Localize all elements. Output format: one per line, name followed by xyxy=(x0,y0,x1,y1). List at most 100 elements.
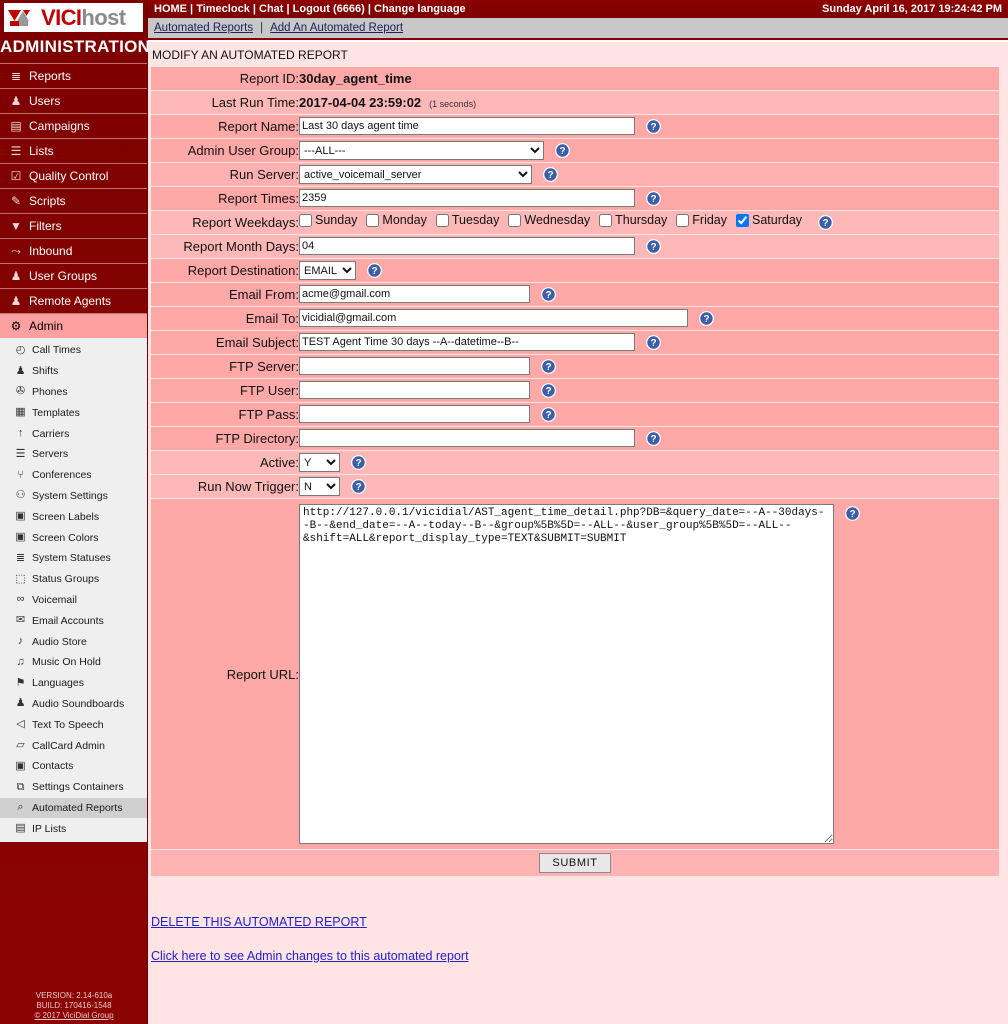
report-url-textarea[interactable]: http://127.0.0.1/vicidial/AST_agent_time… xyxy=(299,504,834,844)
weekday-tuesday[interactable]: Tuesday xyxy=(435,213,499,227)
report-times-input[interactable] xyxy=(299,189,635,208)
submenu-item-screen-labels[interactable]: ▣ Screen Labels xyxy=(0,506,147,527)
sidebar-item-reports[interactable]: ≣ Reports xyxy=(0,63,147,88)
weekday-checkbox-wednesday[interactable] xyxy=(508,213,522,227)
ftp-server-input[interactable] xyxy=(299,357,530,376)
report-month-days-input[interactable] xyxy=(299,237,635,256)
submenu-item-phones[interactable]: ✇ Phones xyxy=(0,382,147,403)
submenu-item-screen-colors[interactable]: ▣ Screen Colors xyxy=(0,527,147,548)
weekday-checkbox-thursday[interactable] xyxy=(599,213,613,227)
row-admin-user-group: Admin User Group: ---ALL--- ? xyxy=(151,139,999,162)
weekday-wednesday[interactable]: Wednesday xyxy=(508,213,590,227)
help-icon-active[interactable]: ? xyxy=(351,455,367,470)
ftp-directory-input[interactable] xyxy=(299,429,635,448)
submenu-item-servers[interactable]: ☰ Servers xyxy=(0,444,147,465)
help-icon-ftp-pass[interactable]: ? xyxy=(541,406,557,422)
weekday-checkbox-tuesday[interactable] xyxy=(435,213,449,227)
help-icon-ftp-directory[interactable]: ? xyxy=(646,430,662,446)
submenu-item-settings-containers[interactable]: ⧉ Settings Containers xyxy=(0,777,147,798)
sidebar-item-remote-agents[interactable]: ♟ Remote Agents xyxy=(0,288,147,313)
weekday-thursday[interactable]: Thursday xyxy=(599,213,667,227)
help-icon-email-from[interactable]: ? xyxy=(541,286,557,302)
email-subject-input[interactable] xyxy=(299,333,635,352)
help-icon-run-server[interactable]: ? xyxy=(543,167,559,182)
run-now-trigger-select[interactable]: N xyxy=(299,477,340,496)
sidebar-item-scripts[interactable]: ✎ Scripts xyxy=(0,188,147,213)
top-bar-link-chat[interactable]: Chat xyxy=(259,3,283,15)
weekday-saturday[interactable]: Saturday xyxy=(736,213,802,227)
help-icon-run-now-trigger[interactable]: ? xyxy=(351,479,367,494)
submenu-item-automated-reports[interactable]: ⌕ Automated Reports xyxy=(0,797,147,819)
label-report-url: Report URL: xyxy=(151,499,299,849)
submenu-item-email-accounts[interactable]: ✉ Email Accounts xyxy=(0,610,147,631)
submenu-item-shifts[interactable]: ♟ Shifts xyxy=(0,361,147,382)
ftp-pass-input[interactable] xyxy=(299,405,530,424)
breadcrumb-automated-reports[interactable]: Automated Reports xyxy=(154,22,253,34)
help-icon-admin-user-group[interactable]: ? xyxy=(555,143,571,158)
submenu-item-audio-soundboards[interactable]: ♟ Audio Soundboards xyxy=(0,694,147,715)
help-icon-email-to[interactable]: ? xyxy=(699,310,715,326)
help-icon-report-month-days[interactable]: ? xyxy=(646,238,662,254)
sidebar-item-filters[interactable]: ▼ Filters xyxy=(0,213,147,238)
submit-button[interactable]: SUBMIT xyxy=(539,853,611,873)
breadcrumb-add-an-automated-report[interactable]: Add An Automated Report xyxy=(270,22,403,34)
sidebar-item-users[interactable]: ♟ Users xyxy=(0,88,147,113)
submenu-item-contacts[interactable]: ▣ Contacts xyxy=(0,756,147,777)
run-server-select[interactable]: active_voicemail_server xyxy=(299,165,532,184)
admin-user-group-select[interactable]: ---ALL--- xyxy=(299,141,544,160)
help-icon-ftp-server[interactable]: ? xyxy=(541,358,557,374)
report-name-input[interactable] xyxy=(299,117,635,136)
help-icon-ftp-user[interactable]: ? xyxy=(541,382,557,398)
submenu-item-templates[interactable]: ▦ Templates xyxy=(0,402,147,423)
sidebar-item-user-groups[interactable]: ♟ User Groups xyxy=(0,263,147,288)
sidebar-item-quality-control[interactable]: ☑ Quality Control xyxy=(0,163,147,188)
submenu-item-conferences[interactable]: ⑂ Conferences xyxy=(0,465,147,486)
voicemail-icon: ∞ xyxy=(16,593,25,606)
sidebar-item-admin[interactable]: ⚙ Admin xyxy=(0,313,147,338)
top-bar-link-separator: | xyxy=(249,3,260,15)
svg-text:?: ? xyxy=(356,482,362,493)
submenu-item-ip-lists[interactable]: ▤ IP Lists xyxy=(0,818,147,839)
weekday-checkbox-saturday[interactable] xyxy=(736,213,750,227)
submenu-item-carriers[interactable]: ↑ Carriers xyxy=(0,423,147,444)
top-bar-link-logout-6666[interactable]: Logout (6666) xyxy=(293,3,365,15)
submenu-item-call-times[interactable]: ◴ Call Times xyxy=(0,340,147,361)
active-select[interactable]: Y xyxy=(299,453,340,472)
svg-text:?: ? xyxy=(704,314,710,325)
copyright-link[interactable]: © 2017 ViciDial Group xyxy=(34,1011,113,1020)
submenu-item-audio-store[interactable]: ♪ Audio Store xyxy=(0,631,147,652)
submenu-item-status-groups[interactable]: ⬚ Status Groups xyxy=(0,569,147,590)
submenu-item-callcard-admin[interactable]: ▱ CallCard Admin xyxy=(0,735,147,756)
weekday-sunday[interactable]: Sunday xyxy=(299,213,357,227)
weekday-monday[interactable]: Monday xyxy=(366,213,427,227)
delete-automated-report-link[interactable]: DELETE THIS AUTOMATED REPORT xyxy=(151,915,1008,929)
submenu-item-system-settings[interactable]: ⚇ System Settings xyxy=(0,486,147,507)
weekday-friday[interactable]: Friday xyxy=(676,213,727,227)
sidebar-item-label: Inbound xyxy=(29,244,73,258)
help-icon-report-weekdays[interactable]: ? xyxy=(818,215,833,230)
weekday-checkbox-monday[interactable] xyxy=(366,213,380,227)
submenu-item-music-on-hold[interactable]: ♫ Music On Hold xyxy=(0,652,147,673)
email-from-input[interactable] xyxy=(299,285,530,304)
submenu-item-voicemail[interactable]: ∞ Voicemail xyxy=(0,590,147,611)
top-bar-link-home[interactable]: HOME xyxy=(154,3,187,15)
top-bar-link-change-language[interactable]: Change language xyxy=(374,3,466,15)
help-icon-report-destination[interactable]: ? xyxy=(367,263,383,278)
email-to-input[interactable] xyxy=(299,309,688,328)
help-icon-report-times[interactable]: ? xyxy=(646,190,662,206)
submenu-item-system-statuses[interactable]: ≣ System Statuses xyxy=(0,548,147,569)
ftp-user-input[interactable] xyxy=(299,381,530,400)
admin-changes-link[interactable]: Click here to see Admin changes to this … xyxy=(151,949,1008,963)
weekday-checkbox-friday[interactable] xyxy=(676,213,690,227)
weekday-checkbox-sunday[interactable] xyxy=(299,213,312,227)
sidebar-item-campaigns[interactable]: ▤ Campaigns xyxy=(0,113,147,138)
submenu-item-languages[interactable]: ⚑ Languages xyxy=(0,673,147,694)
help-icon-report-name[interactable]: ? xyxy=(646,118,662,134)
sidebar-item-lists[interactable]: ☰ Lists xyxy=(0,138,147,163)
top-bar-link-timeclock[interactable]: Timeclock xyxy=(196,3,250,15)
help-icon-report-url[interactable]: ? xyxy=(845,506,861,521)
submenu-item-text-to-speech[interactable]: ◁ Text To Speech xyxy=(0,714,147,735)
sidebar-item-inbound[interactable]: ⤳ Inbound xyxy=(0,238,147,263)
help-icon-email-subject[interactable]: ? xyxy=(646,334,662,350)
report-destination-select[interactable]: EMAIL xyxy=(299,261,356,280)
